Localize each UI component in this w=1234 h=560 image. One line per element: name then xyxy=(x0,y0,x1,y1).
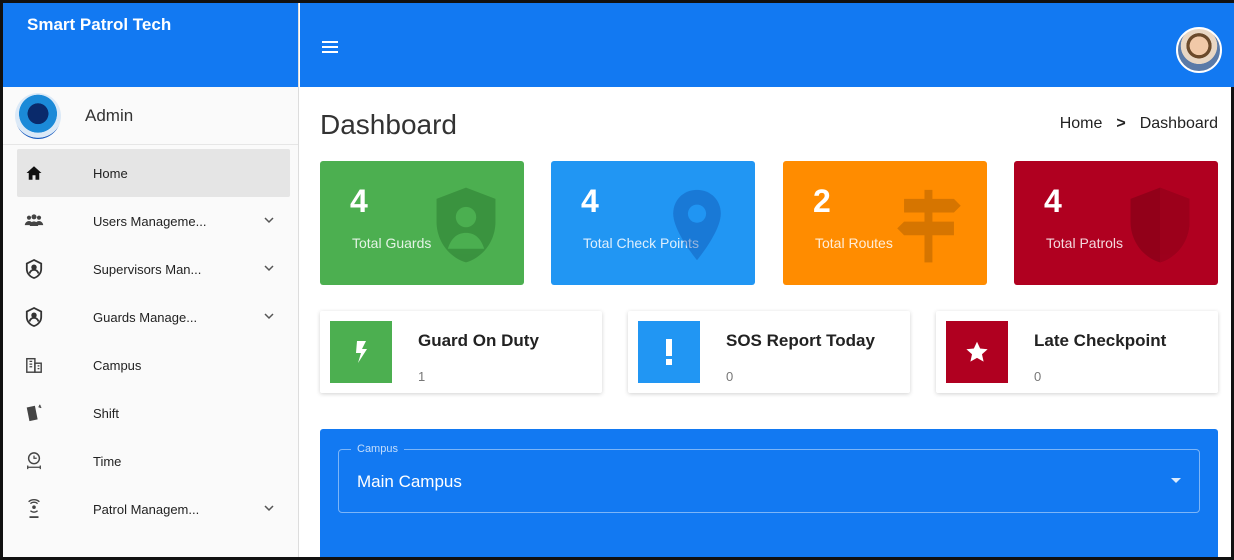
campus-select-label: Campus xyxy=(351,443,404,455)
stat-card-total-routes[interactable]: 2 Total Routes xyxy=(783,161,987,285)
menu-icon[interactable] xyxy=(322,41,338,53)
app-frame: Smart Patrol Tech Admin Home Users Manag… xyxy=(0,0,1234,560)
sidebar-item-home[interactable]: Home xyxy=(17,149,290,197)
user-name: Admin xyxy=(85,105,134,125)
dropdown-arrow-icon[interactable] xyxy=(1171,478,1181,483)
campus-select[interactable]: Campus Main Campus xyxy=(338,443,1200,513)
info-value: 0 xyxy=(726,369,734,384)
stat-label: Total Guards xyxy=(352,235,432,251)
sidebar-item-supervisors-management[interactable]: Supervisors Man... xyxy=(17,245,290,293)
stat-label: Total Patrols xyxy=(1046,235,1124,251)
sidebar-item-label: Home xyxy=(93,165,128,181)
signpost-icon xyxy=(897,189,961,263)
sidebar-item-guards-management[interactable]: Guards Manage... xyxy=(17,293,290,341)
breadcrumb-home[interactable]: Home xyxy=(1060,115,1103,133)
page-title: Dashboard xyxy=(320,109,457,140)
users-icon xyxy=(23,210,45,232)
top-app-bar xyxy=(300,3,1234,87)
sidebar-item-label: Shift xyxy=(93,405,120,421)
sidebar: Smart Patrol Tech Admin Home Users Manag… xyxy=(3,3,299,557)
shift-icon xyxy=(23,402,45,424)
chevron-down-icon[interactable] xyxy=(262,501,276,515)
shield-icon xyxy=(1130,187,1190,263)
info-value: 1 xyxy=(418,369,426,384)
breadcrumb-separator: > xyxy=(1116,115,1126,132)
company-logo xyxy=(15,92,61,139)
sidebar-item-label: Campus xyxy=(93,357,142,373)
stat-value: 4 xyxy=(581,183,599,219)
map-pin-icon xyxy=(673,189,721,261)
exclamation-icon xyxy=(638,321,700,383)
sidebar-item-label: Supervisors Man... xyxy=(93,261,202,277)
sidebar-nav: Home Users Manageme... Supervisors Man..… xyxy=(3,145,298,533)
stat-value: 4 xyxy=(350,183,368,219)
building-icon xyxy=(23,354,45,376)
sidebar-item-patrol-management[interactable]: Patrol Managem... xyxy=(17,485,290,533)
main-content: Dashboard Home > Dashboard 4 Total Guard… xyxy=(300,87,1234,557)
sidebar-item-label: Patrol Managem... xyxy=(93,501,200,517)
sidebar-item-users-management[interactable]: Users Manageme... xyxy=(17,197,290,245)
info-card-sos-report-today[interactable]: SOS Report Today 0 xyxy=(628,311,910,393)
info-title: SOS Report Today xyxy=(726,331,875,350)
guard-icon xyxy=(23,306,45,328)
campus-panel: Campus Main Campus xyxy=(320,429,1218,557)
sidebar-item-time[interactable]: Time xyxy=(17,437,290,485)
lightning-icon xyxy=(330,321,392,383)
stat-value: 2 xyxy=(813,183,831,219)
home-icon xyxy=(23,162,45,184)
time-icon xyxy=(23,450,45,472)
shield-user-icon xyxy=(436,187,496,263)
sidebar-item-shift[interactable]: Shift xyxy=(17,389,290,437)
breadcrumb: Home > Dashboard xyxy=(1060,115,1218,133)
sidebar-user[interactable]: Admin xyxy=(3,87,298,145)
star-icon xyxy=(946,321,1008,383)
sidebar-item-label: Guards Manage... xyxy=(93,309,198,325)
sidebar-item-campus[interactable]: Campus xyxy=(17,341,290,389)
info-title: Guard On Duty xyxy=(418,331,539,350)
stat-value: 4 xyxy=(1044,183,1062,219)
sidebar-item-label: Users Manageme... xyxy=(93,213,207,229)
stat-card-total-patrols[interactable]: 4 Total Patrols xyxy=(1014,161,1218,285)
avatar[interactable] xyxy=(1176,27,1222,73)
chevron-down-icon[interactable] xyxy=(262,309,276,323)
sidebar-item-label: Time xyxy=(93,453,122,469)
brand-title[interactable]: Smart Patrol Tech xyxy=(3,3,298,87)
info-title: Late Checkpoint xyxy=(1034,331,1167,350)
stat-card-total-check-points[interactable]: 4 Total Check Points xyxy=(551,161,755,285)
stat-label: Total Routes xyxy=(815,235,893,251)
info-card-guard-on-duty[interactable]: Guard On Duty 1 xyxy=(320,311,602,393)
campus-select-value: Main Campus xyxy=(357,472,462,491)
stat-card-total-guards[interactable]: 4 Total Guards xyxy=(320,161,524,285)
info-card-late-checkpoint[interactable]: Late Checkpoint 0 xyxy=(936,311,1218,393)
patrol-icon xyxy=(23,498,45,520)
breadcrumb-current: Dashboard xyxy=(1139,115,1218,132)
chevron-down-icon[interactable] xyxy=(262,213,276,227)
info-value: 0 xyxy=(1034,369,1042,384)
supervisor-icon xyxy=(23,258,45,280)
chevron-down-icon[interactable] xyxy=(262,261,276,275)
